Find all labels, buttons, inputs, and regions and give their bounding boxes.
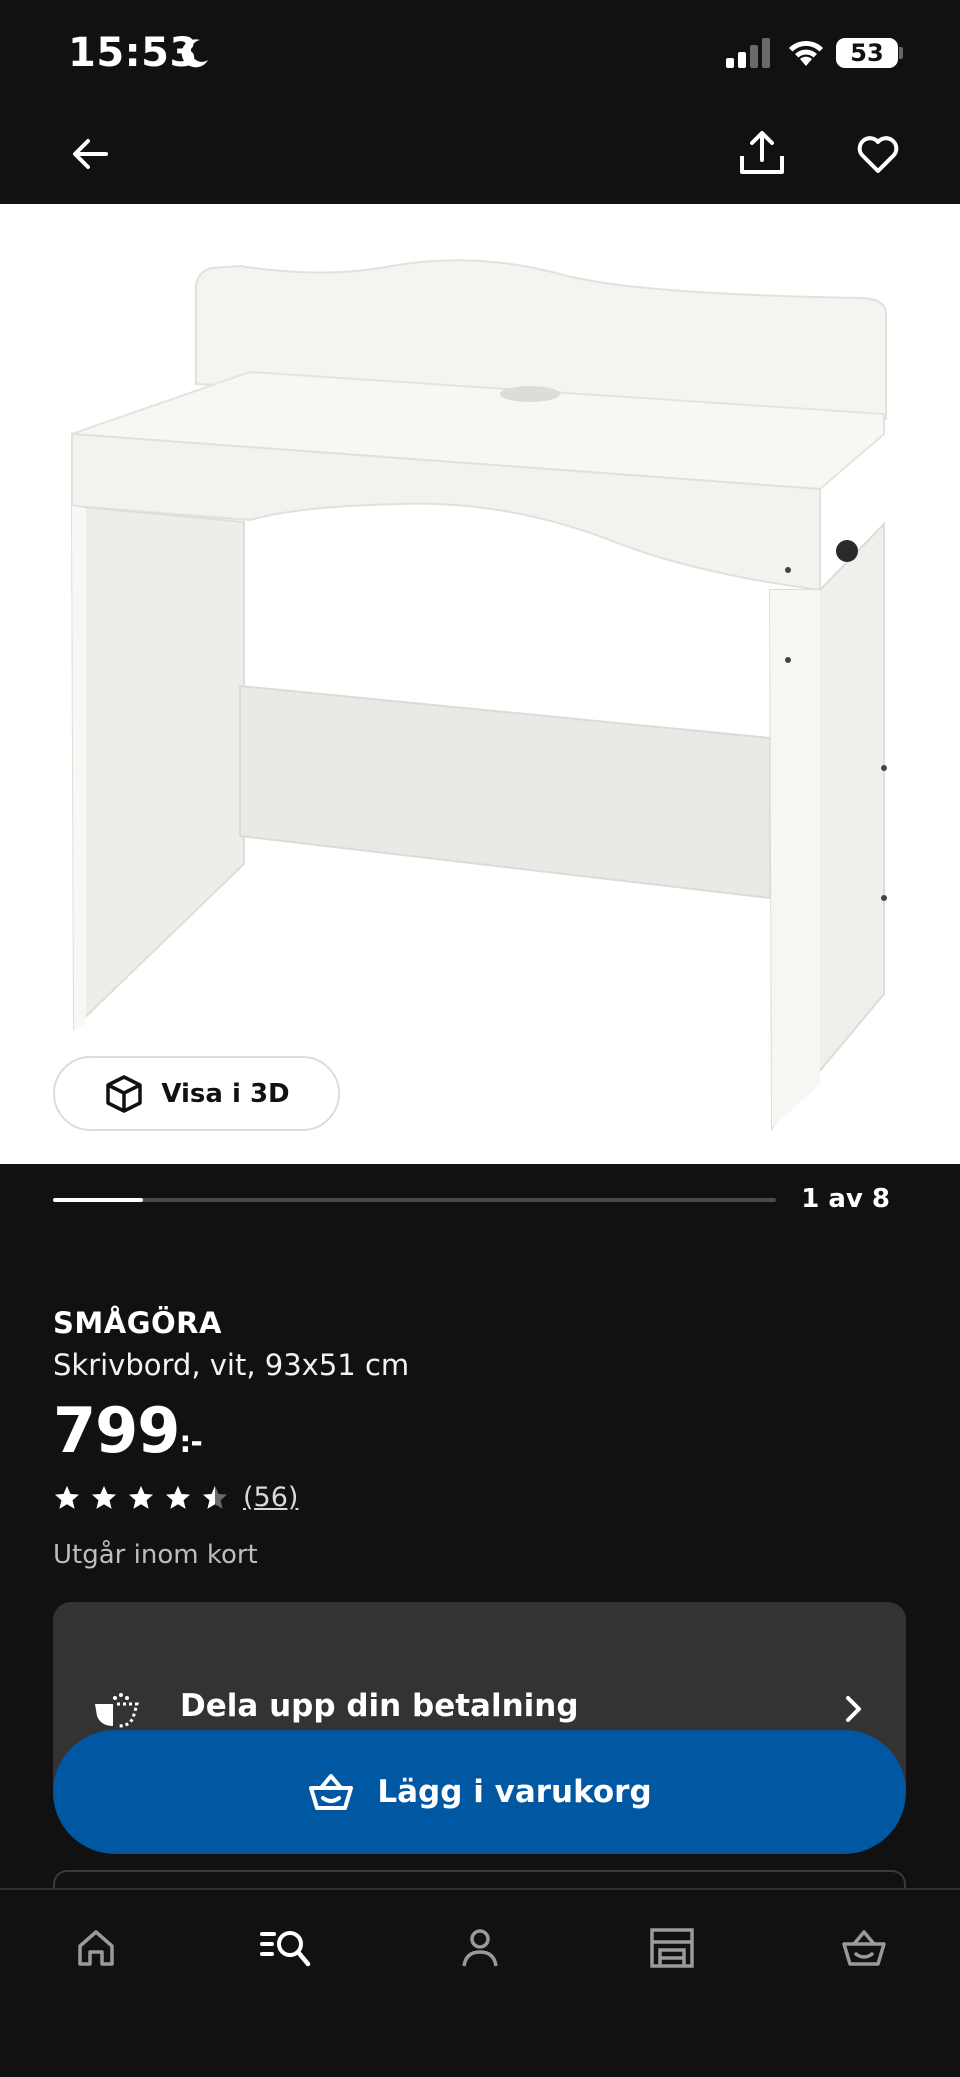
availability-status: Utgår inom kort [53, 1540, 258, 1570]
bottom-tab-bar [0, 1888, 960, 2077]
wifi-icon [789, 40, 823, 66]
store-icon [650, 1928, 694, 1968]
star-icon [203, 1485, 227, 1509]
tab-search[interactable] [256, 1918, 316, 1978]
gallery-page-counter: 1 av 8 [801, 1184, 890, 1214]
rating-stars [53, 1484, 229, 1512]
payment-split-icon [95, 1693, 139, 1728]
chevron-right-icon [846, 1696, 861, 1722]
star-icon [92, 1485, 116, 1509]
tab-store[interactable] [642, 1918, 702, 1978]
payment-split-label: Dela upp din betalning [180, 1688, 579, 1724]
status-bar: 15:53 53 [0, 0, 960, 110]
share-icon[interactable] [736, 128, 788, 180]
price-amount: 799 [53, 1394, 180, 1467]
add-to-cart-label: Lägg i varukorg [377, 1774, 652, 1810]
back-arrow-icon[interactable] [66, 130, 114, 178]
view-3d-label: Visa i 3D [161, 1078, 290, 1109]
cube-icon [106, 1074, 143, 1113]
product-name: SMÅGÖRA [53, 1306, 222, 1340]
view-3d-button[interactable]: Visa i 3D [53, 1056, 340, 1131]
star-icon [166, 1485, 190, 1509]
rating[interactable]: (56) [53, 1482, 298, 1513]
product-image-gallery[interactable]: Visa i 3D [0, 204, 960, 1164]
star-icon [129, 1485, 153, 1509]
moon-icon [181, 39, 208, 68]
gallery-progress-track [53, 1198, 776, 1202]
battery-indicator: 53 [836, 38, 898, 68]
tab-cart[interactable] [834, 1918, 894, 1978]
basket-icon [309, 1774, 354, 1810]
tab-home[interactable] [66, 1918, 126, 1978]
gallery-progress-fill [53, 1198, 144, 1202]
top-navigation [0, 110, 960, 204]
rating-count[interactable]: (56) [243, 1482, 298, 1513]
product-price: 799:- [53, 1394, 203, 1467]
desk-product-image [70, 259, 887, 1131]
signal-icon [726, 38, 770, 68]
add-to-cart-button[interactable]: Lägg i varukorg [53, 1730, 906, 1854]
product-description: Skrivbord, vit, 93x51 cm [53, 1348, 410, 1382]
tab-profile[interactable] [450, 1918, 510, 1978]
basket-icon [842, 1930, 886, 1966]
price-suffix: :- [179, 1425, 202, 1460]
home-icon [78, 1930, 114, 1966]
search-list-icon [260, 1931, 311, 1967]
battery-tip [899, 47, 903, 59]
person-icon [462, 1929, 498, 1967]
heart-icon[interactable] [854, 130, 902, 178]
star-icon [55, 1485, 79, 1509]
